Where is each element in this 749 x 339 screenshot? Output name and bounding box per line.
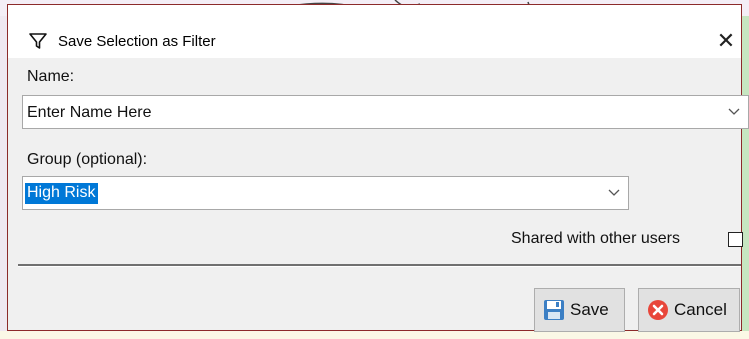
save-button-label: Save	[570, 300, 609, 319]
dialog-titlebar: Save Selection as Filter ✕	[8, 5, 741, 58]
chevron-down-icon[interactable]	[728, 105, 740, 117]
cancel-circle-icon	[648, 300, 668, 320]
background-canvas-right	[742, 16, 749, 339]
group-label: Group (optional):	[27, 151, 148, 168]
save-button[interactable]: Save	[534, 288, 625, 332]
close-icon: ✕	[716, 28, 736, 53]
group-input-value[interactable]: High Risk	[25, 183, 99, 204]
dialog-title: Save Selection as Filter	[58, 33, 216, 50]
group-combobox[interactable]: High Risk	[22, 176, 629, 210]
filter-icon	[29, 33, 47, 49]
shared-label: Shared with other users	[511, 230, 680, 247]
divider	[18, 264, 741, 267]
close-button[interactable]: ✕	[714, 28, 738, 53]
background-canvas-bottom	[0, 331, 749, 339]
name-input-value[interactable]: Enter Name Here	[27, 104, 152, 122]
shared-checkbox[interactable]	[728, 232, 743, 247]
name-label: Name:	[27, 68, 75, 85]
floppy-disk-icon	[544, 300, 564, 320]
cancel-button-label: Cancel	[674, 300, 727, 319]
cancel-button[interactable]: Cancel	[638, 288, 740, 332]
name-combobox[interactable]: Enter Name Here	[22, 95, 749, 129]
chevron-down-icon[interactable]	[608, 186, 620, 198]
save-filter-dialog: Save Selection as Filter ✕ Name: Enter N…	[7, 4, 749, 332]
